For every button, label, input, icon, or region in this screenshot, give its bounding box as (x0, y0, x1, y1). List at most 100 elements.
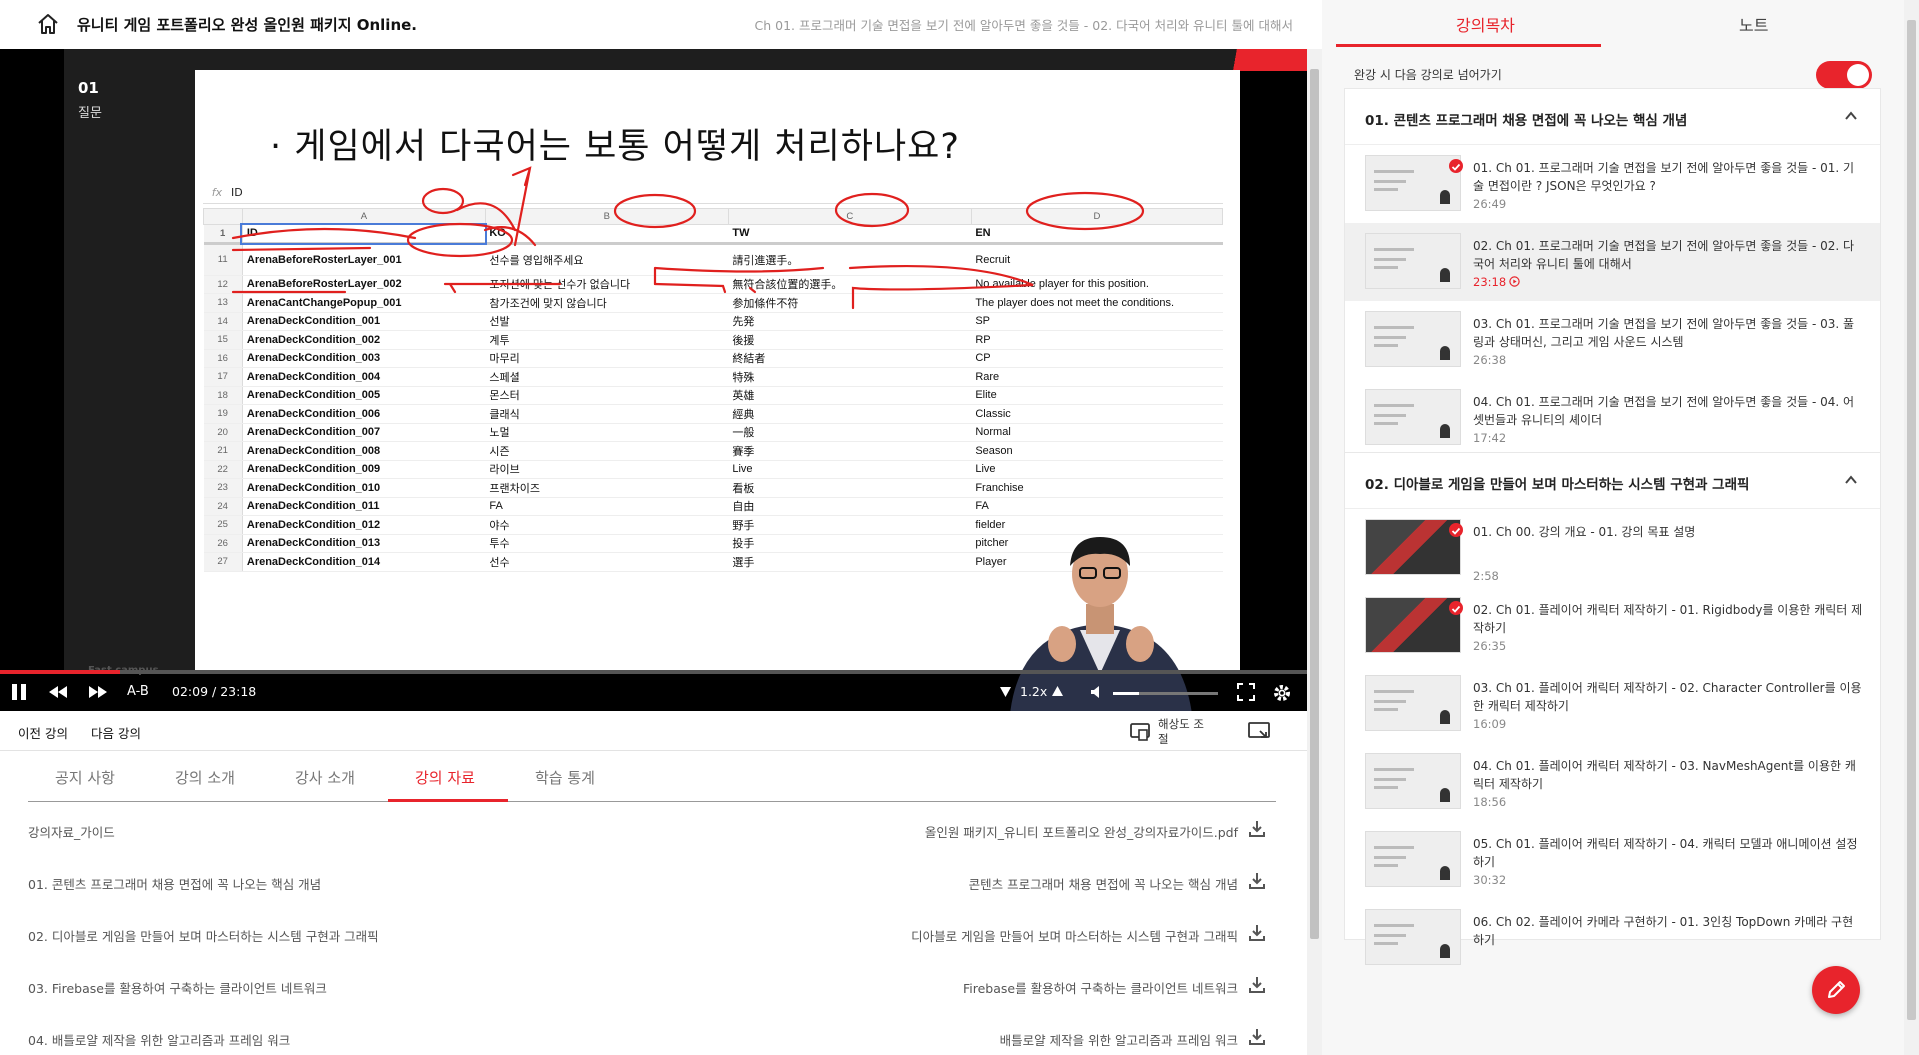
cell-tw: 英雄 (728, 386, 972, 405)
cell-id: ArenaDeckCondition_001 (242, 312, 486, 331)
chevron-up-icon[interactable] (1844, 109, 1858, 123)
tab-materials[interactable]: 강의 자료 (415, 767, 475, 788)
lesson-thumbnail (1365, 831, 1461, 887)
table-row: 13 ArenaCantChangePopup_001 참가조건에 맞지 않습니다 参… (203, 293, 1223, 313)
cell-ko: 시즌 (485, 441, 729, 461)
lesson-duration: 16:09 (1473, 717, 1507, 731)
prev-lecture-button[interactable]: 이전 강의 (18, 723, 68, 742)
edit-note-button[interactable] (1812, 966, 1860, 1014)
fullscreen-icon[interactable] (1237, 683, 1255, 701)
material-title: 04. 배틀로얄 제작을 위한 알고리즘과 프레임 워크 (28, 1033, 291, 1048)
cell-ko: 선수 (485, 552, 729, 572)
pause-icon[interactable] (10, 682, 28, 702)
speed-up-icon[interactable] (1052, 686, 1063, 696)
lesson-item[interactable]: 04. Ch 01. 플레이어 캐릭터 제작하기 - 03. NavMeshAg… (1345, 743, 1880, 821)
section-title: 02. 디아블로 게임을 만들어 보며 마스터하는 시스템 구현과 그래픽 (1365, 477, 1750, 493)
cell-tw: 一般 (728, 423, 972, 442)
row-number: 16 (203, 349, 243, 368)
resolution-button[interactable]: 해상도 조절 (1158, 717, 1208, 747)
next-lecture-button[interactable]: 다음 강의 (91, 723, 141, 742)
home-icon[interactable] (36, 12, 60, 36)
resolution-icon[interactable] (1130, 723, 1150, 741)
fast-forward-icon[interactable] (88, 685, 108, 699)
lesson-item[interactable]: 04. Ch 01. 프로그래머 기술 면접을 보기 전에 알아두면 좋을 것들… (1345, 379, 1880, 457)
section-title: 01. 콘텐츠 프로그래머 채용 면접에 꼭 나오는 핵심 개념 (1365, 113, 1688, 129)
cell-id: ArenaDeckCondition_007 (242, 423, 486, 442)
column-header: C (727, 208, 972, 225)
volume-icon[interactable] (1090, 685, 1104, 699)
lesson-thumbnail (1365, 597, 1461, 653)
picture-in-picture-icon[interactable] (1248, 722, 1270, 740)
cell-id: ArenaDeckCondition_006 (242, 404, 486, 424)
lecture-main: 유니티 게임 포트폴리오 완성 올인원 패키지 Online. Ch 01. 프… (0, 0, 1307, 1055)
cell-ko: 계투 (485, 330, 729, 350)
section-header[interactable]: 02. 디아블로 게임을 만들어 보며 마스터하는 시스템 구현과 그래픽 (1345, 453, 1880, 509)
material-file-link[interactable]: 올인원 패키지_유니티 포트폴리오 완성_강의자료가이드.pdf (925, 822, 1238, 841)
table-row: 11 ArenaBeforeRosterLayer_001 선수를 영입해주세요 請引… (203, 243, 1223, 276)
lesson-item[interactable]: 05. Ch 01. 플레이어 캐릭터 제작하기 - 04. 캐릭터 모델과 애… (1345, 821, 1880, 899)
lesson-item[interactable]: 03. Ch 01. 프로그래머 기술 면접을 보기 전에 알아두면 좋을 것들… (1345, 301, 1880, 379)
lesson-title: 05. Ch 01. 플레이어 캐릭터 제작하기 - 04. 캐릭터 모델과 애… (1473, 837, 1858, 869)
video-player[interactable]: 01 질문 · 게임에서 다국어는 보통 어떻게 처리하나요? fx ID AB… (0, 49, 1307, 711)
settings-gear-icon[interactable] (1272, 683, 1292, 703)
pencil-icon (1828, 981, 1845, 998)
tab-instructor-intro[interactable]: 강사 소개 (295, 767, 355, 788)
tab-notice[interactable]: 공지 사항 (55, 767, 115, 788)
table-row: 15 ArenaDeckCondition_002 계투 後援 RP (203, 330, 1223, 350)
download-icon[interactable] (1248, 976, 1266, 994)
lesson-item[interactable]: 01. Ch 01. 프로그래머 기술 면접을 보기 전에 알아두면 좋을 것들… (1345, 145, 1880, 223)
sidebar-scrollbar-thumb[interactable] (1907, 20, 1916, 1020)
cell-en: CP (971, 349, 1223, 368)
lesson-duration: 26:38 (1473, 353, 1507, 367)
tab-notes[interactable]: 노트 (1739, 12, 1768, 36)
table-row: 17 ArenaDeckCondition_004 스페셜 特殊 Rare (203, 367, 1223, 387)
tab-curriculum[interactable]: 강의목차 (1456, 12, 1515, 36)
tab-lecture-intro[interactable]: 강의 소개 (175, 767, 235, 788)
row-number: 14 (203, 312, 243, 331)
row-number: 20 (203, 423, 243, 442)
chevron-up-icon[interactable] (1844, 473, 1858, 487)
lesson-item[interactable]: 01. Ch 00. 강의 개요 - 01. 강의 목표 설명 2:58 (1345, 509, 1880, 587)
main-scrollbar[interactable] (1307, 49, 1322, 1055)
tab-statistics[interactable]: 학습 통계 (535, 767, 595, 788)
sidebar-tabs: 강의목차 노트 (1336, 0, 1896, 48)
sidebar-scrollbar[interactable] (1904, 0, 1919, 1055)
lesson-item[interactable]: 02. Ch 01. 플레이어 캐릭터 제작하기 - 01. Rigidbody… (1345, 587, 1880, 665)
material-file-link[interactable]: Firebase를 활용하여 구축하는 클라이언트 네트워크 (963, 978, 1238, 997)
cell-ko: KO (485, 224, 729, 245)
row-number: 21 (203, 441, 243, 461)
formula-value: ID (231, 186, 243, 199)
main-scrollbar-thumb[interactable] (1310, 69, 1319, 939)
table-row: 22 ArenaDeckCondition_009 라이브 Live Live (203, 460, 1223, 479)
ab-repeat-button[interactable]: A-B (127, 684, 149, 699)
download-icon[interactable] (1248, 924, 1266, 942)
download-icon[interactable] (1248, 872, 1266, 890)
lesson-title: 03. Ch 01. 플레이어 캐릭터 제작하기 - 02. Character… (1473, 681, 1862, 713)
autoplay-toggle[interactable] (1816, 61, 1872, 89)
speed-down-icon[interactable] (1000, 687, 1011, 697)
lesson-item[interactable]: 02. Ch 01. 프로그래머 기술 면접을 보기 전에 알아두면 좋을 것들… (1345, 223, 1880, 301)
question-number: 01 (78, 79, 99, 97)
cell-ko: 몬스터 (485, 386, 729, 405)
row-number: 26 (203, 534, 243, 553)
download-icon[interactable] (1248, 820, 1266, 838)
lesson-thumbnail (1365, 753, 1461, 809)
lesson-duration: 30:32 (1473, 873, 1507, 887)
lesson-title: 01. Ch 00. 강의 개요 - 01. 강의 목표 설명 (1473, 525, 1696, 539)
slide-title: · 게임에서 다국어는 보통 어떻게 처리하나요? (270, 127, 960, 167)
section-header[interactable]: 01. 콘텐츠 프로그래머 채용 면접에 꼭 나오는 핵심 개념 (1345, 89, 1880, 145)
material-file-link[interactable]: 디아블로 게임을 만들어 보며 마스터하는 시스템 구현과 그래픽 (911, 926, 1238, 945)
volume-slider[interactable] (1113, 692, 1218, 695)
cell-id: ArenaDeckCondition_003 (242, 349, 486, 368)
lesson-item[interactable]: 06. Ch 02. 플레이어 카메라 구현하기 - 01. 3인칭 TopDo… (1345, 899, 1880, 965)
cell-en: Season (971, 441, 1223, 461)
cell-tw: TW (728, 224, 972, 245)
table-row: 14 ArenaDeckCondition_001 선발 先発 SP (203, 312, 1223, 331)
material-file-link[interactable]: 배틀로얄 제작을 위한 알고리즘과 프레임 워크 (1000, 1030, 1238, 1049)
row-number: 11 (203, 243, 243, 276)
download-icon[interactable] (1248, 1028, 1266, 1046)
material-file-link[interactable]: 콘텐츠 프로그래머 채용 면접에 꼭 나오는 핵심 개념 (969, 874, 1238, 893)
rewind-icon[interactable] (48, 685, 68, 699)
row-number: 23 (203, 478, 243, 498)
lesson-item[interactable]: 03. Ch 01. 플레이어 캐릭터 제작하기 - 02. Character… (1345, 665, 1880, 743)
